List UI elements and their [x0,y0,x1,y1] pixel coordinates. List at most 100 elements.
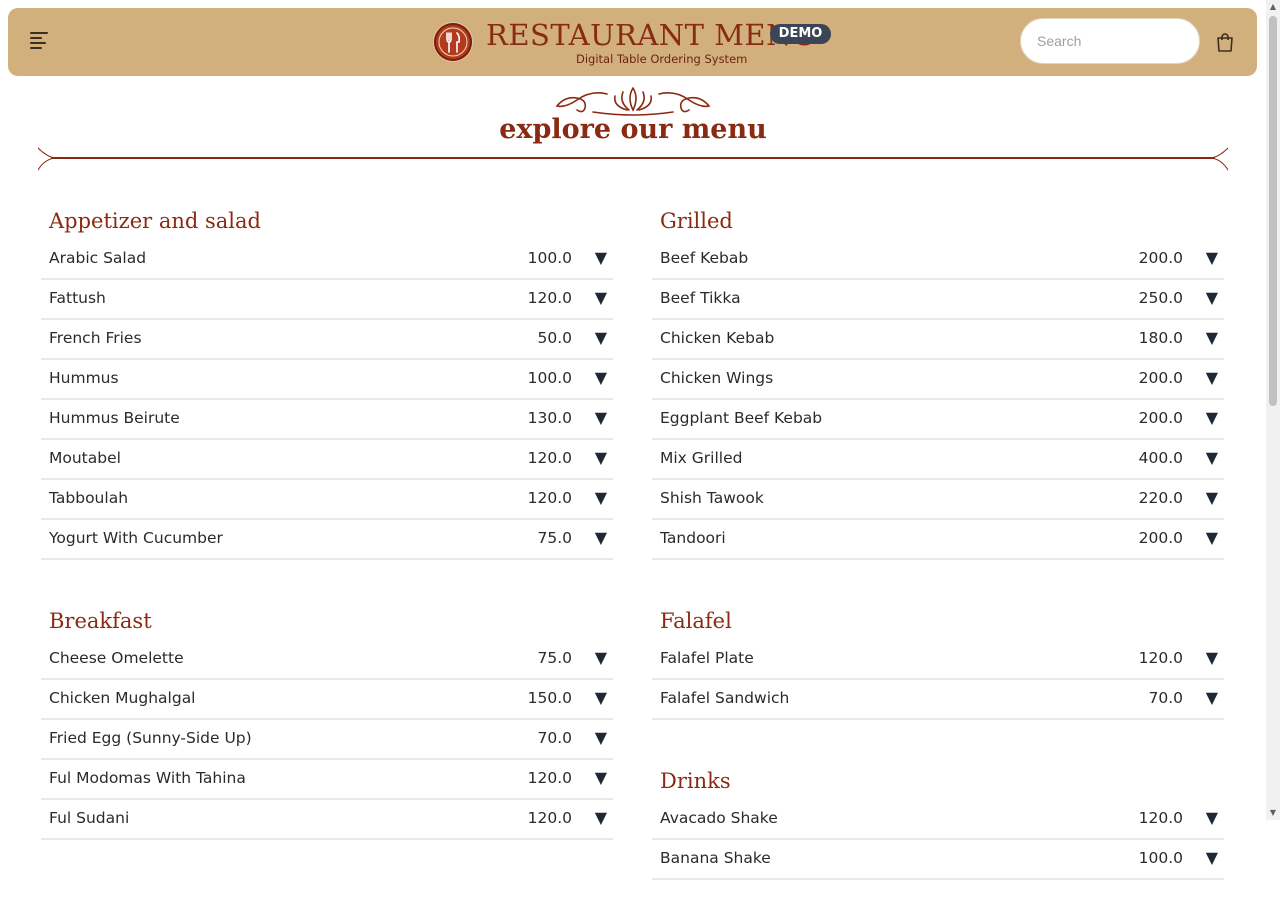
menu-item-price: 100.0 [1138,849,1183,867]
menu-item-price: 70.0 [537,729,572,747]
menu-item-row[interactable]: Fattush 120.0 ▼ [41,280,613,320]
category-drinks: Drinks Avacado Shake 120.0 ▼ Banana Shake 100… [652,760,1224,880]
expand-caret-icon[interactable]: ▼ [1206,288,1218,307]
menu-item-row[interactable]: Hummus 100.0 ▼ [41,360,613,400]
menu-item-name: Hummus [49,369,119,387]
scrollbar-thumb[interactable] [1269,16,1277,406]
menu-item-row[interactable]: Tabboulah 120.0 ▼ [41,480,613,520]
expand-caret-icon[interactable]: ▼ [595,528,607,547]
app-subtitle: Digital Table Ordering System [576,52,748,66]
menu-item-name: Cheese Omelette [49,649,184,667]
menu-item-name: Fried Egg (Sunny-Side Up) [49,729,252,747]
menu-item-name: Banana Shake [660,849,771,867]
menu-item-name: Beef Kebab [660,249,749,267]
expand-caret-icon[interactable]: ▼ [595,728,607,747]
menu-item-price: 180.0 [1138,329,1183,347]
menu-item-price: 70.0 [1148,689,1183,707]
expand-caret-icon[interactable]: ▼ [1206,408,1218,427]
category-title: Falafel [660,609,732,633]
expand-caret-icon[interactable]: ▼ [595,688,607,707]
expand-caret-icon[interactable]: ▼ [1206,328,1218,347]
menu-item-row[interactable]: Chicken Kebab 180.0 ▼ [652,320,1224,360]
menu-item-price: 120.0 [1138,649,1183,667]
menu-item-row[interactable]: Cheese Omelette 75.0 ▼ [41,640,613,680]
menu-column-right: Grilled Beef Kebab 200.0 ▼ Beef Tikka 250.0 ▼ C… [652,200,1224,920]
category-breakfast: Breakfast Cheese Omelette 75.0 ▼ Chicken Mug… [41,600,613,840]
menu-item-row[interactable]: Ful Modomas With Tahina 120.0 ▼ [41,760,613,800]
expand-caret-icon[interactable]: ▼ [595,408,607,427]
menu-item-row[interactable]: French Fries 50.0 ▼ [41,320,613,360]
menu-item-row[interactable]: Tandoori 200.0 ▼ [652,520,1224,560]
menu-item-price: 120.0 [527,289,572,307]
menu-item-name: Shish Tawook [660,489,764,507]
expand-caret-icon[interactable]: ▼ [595,808,607,827]
expand-caret-icon[interactable]: ▼ [1206,688,1218,707]
menu-item-row[interactable]: Chicken Wings 200.0 ▼ [652,360,1224,400]
category-title: Appetizer and salad [49,209,261,233]
expand-caret-icon[interactable]: ▼ [1206,528,1218,547]
expand-caret-icon[interactable]: ▼ [1206,808,1218,827]
menu-item-name: Tabboulah [49,489,129,507]
expand-caret-icon[interactable]: ▼ [1206,848,1218,867]
menu-item-price: 120.0 [527,769,572,787]
menu-item-row[interactable]: Arabic Salad 100.0 ▼ [41,240,613,280]
menu-item-price: 130.0 [527,409,572,427]
menu-item-price: 150.0 [527,689,572,707]
scroll-up-arrow-icon[interactable]: ▲ [1268,2,1278,12]
shopping-bag-icon[interactable] [1215,31,1235,53]
menu-item-name: Hummus Beirute [49,409,180,427]
menu-item-row[interactable]: Hummus Beirute 130.0 ▼ [41,400,613,440]
page-title: explore our menu [499,114,767,145]
scroll-down-arrow-icon[interactable]: ▼ [1268,808,1278,818]
expand-caret-icon[interactable]: ▼ [1206,368,1218,387]
menu-item-row[interactable]: Mix Grilled 400.0 ▼ [652,440,1224,480]
menu-item-row[interactable]: Falafel Plate 120.0 ▼ [652,640,1224,680]
menu-item-price: 120.0 [527,489,572,507]
menu-item-row[interactable]: Ful Sudani 120.0 ▼ [41,800,613,840]
menu-item-price: 200.0 [1138,249,1183,267]
menu-item-price: 120.0 [527,809,572,827]
menu-item-name: Arabic Salad [49,249,147,267]
category-grilled: Grilled Beef Kebab 200.0 ▼ Beef Tikka 250.0 ▼ C… [652,200,1224,560]
menu-item-name: Chicken Mughalgal [49,689,196,707]
expand-caret-icon[interactable]: ▼ [1206,248,1218,267]
menu-item-row[interactable]: Chicken Mughalgal 150.0 ▼ [41,680,613,720]
menu-item-row[interactable]: Falafel Sandwich 70.0 ▼ [652,680,1224,720]
expand-caret-icon[interactable]: ▼ [595,368,607,387]
expand-caret-icon[interactable]: ▼ [1206,648,1218,667]
category-title: Drinks [660,769,731,793]
menu-item-name: Beef Tikka [660,289,741,307]
menu-item-row[interactable]: Beef Kebab 200.0 ▼ [652,240,1224,280]
menu-item-name: Chicken Wings [660,369,774,387]
menu-item-row[interactable]: Banana Shake 100.0 ▼ [652,840,1224,880]
expand-caret-icon[interactable]: ▼ [1206,448,1218,467]
menu-item-name: Falafel Sandwich [660,689,790,707]
menu-item-name: Eggplant Beef Kebab [660,409,823,427]
menu-item-name: Ful Sudani [49,809,130,827]
menu-item-price: 100.0 [527,369,572,387]
menu-item-name: Avacado Shake [660,809,778,827]
expand-caret-icon[interactable]: ▼ [595,328,607,347]
menu-item-price: 200.0 [1138,529,1183,547]
menu-item-price: 120.0 [1138,809,1183,827]
search-input[interactable] [1020,18,1200,64]
menu-item-price: 220.0 [1138,489,1183,507]
expand-caret-icon[interactable]: ▼ [595,448,607,467]
expand-caret-icon[interactable]: ▼ [1206,488,1218,507]
category-appetizer-and-salad: Appetizer and salad Arabic Salad 100.0 ▼ Fat… [41,200,613,560]
menu-item-row[interactable]: Shish Tawook 220.0 ▼ [652,480,1224,520]
menu-item-row[interactable]: Fried Egg (Sunny-Side Up) 70.0 ▼ [41,720,613,760]
title-divider [38,147,1228,171]
menu-item-row[interactable]: Eggplant Beef Kebab 200.0 ▼ [652,400,1224,440]
menu-item-row[interactable]: Beef Tikka 250.0 ▼ [652,280,1224,320]
menu-icon[interactable] [30,32,50,50]
expand-caret-icon[interactable]: ▼ [595,248,607,267]
expand-caret-icon[interactable]: ▼ [595,488,607,507]
menu-item-row[interactable]: Avacado Shake 120.0 ▼ [652,800,1224,840]
expand-caret-icon[interactable]: ▼ [595,648,607,667]
menu-item-row[interactable]: Moutabel 120.0 ▼ [41,440,613,480]
menu-item-name: Moutabel [49,449,121,467]
expand-caret-icon[interactable]: ▼ [595,768,607,787]
menu-item-row[interactable]: Yogurt With Cucumber 75.0 ▼ [41,520,613,560]
expand-caret-icon[interactable]: ▼ [595,288,607,307]
